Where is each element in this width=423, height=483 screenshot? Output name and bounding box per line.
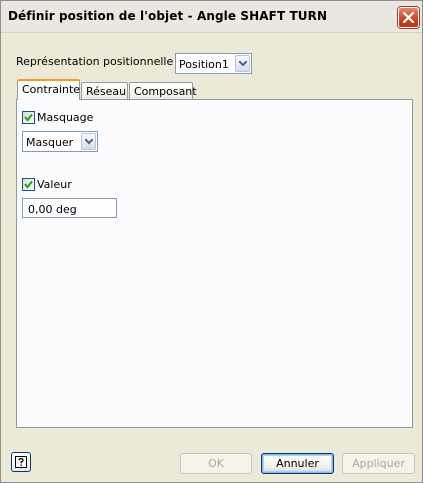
chevron-down-icon xyxy=(85,139,93,145)
representation-select[interactable]: Position1 xyxy=(175,53,252,74)
tab-composant[interactable]: Composant xyxy=(129,82,197,100)
tab-contrainte-label: Contrainte xyxy=(22,83,81,96)
title-bar[interactable]: Définir position de l'objet - Angle SHAF… xyxy=(1,1,422,33)
tab-composant-label: Composant xyxy=(134,85,197,98)
checkmark-icon xyxy=(24,113,33,122)
dialog-window: Définir position de l'objet - Angle SHAF… xyxy=(0,0,423,483)
representation-label: Représentation positionnelle xyxy=(16,55,174,68)
help-icon xyxy=(15,456,27,468)
valeur-input-value: 0,00 deg xyxy=(28,203,77,216)
annuler-button[interactable]: Annuler xyxy=(261,453,334,474)
masquage-checkbox[interactable] xyxy=(22,111,35,124)
masquage-select-value: Masquer xyxy=(26,136,74,149)
checkmark-icon xyxy=(24,180,33,189)
chevron-down-icon xyxy=(239,61,247,67)
masquage-dropdown-button[interactable] xyxy=(81,133,96,150)
ok-button[interactable]: OK xyxy=(180,453,252,474)
representation-dropdown-button[interactable] xyxy=(235,55,250,72)
representation-select-value: Position1 xyxy=(179,58,229,71)
tab-reseau-label: Réseau xyxy=(86,85,127,98)
valeur-input[interactable]: 0,00 deg xyxy=(22,198,117,218)
valeur-label: Valeur xyxy=(37,178,72,191)
masquage-label: Masquage xyxy=(37,111,94,124)
close-icon xyxy=(403,12,414,23)
close-button[interactable] xyxy=(398,7,419,28)
tab-contrainte[interactable]: Contrainte xyxy=(17,79,80,100)
appliquer-button[interactable]: Appliquer xyxy=(342,453,415,474)
window-title: Définir position de l'objet - Angle SHAF… xyxy=(8,9,328,23)
masquage-select[interactable]: Masquer xyxy=(22,131,98,152)
valeur-checkbox[interactable] xyxy=(22,178,35,191)
tab-reseau[interactable]: Réseau xyxy=(81,82,128,100)
help-button[interactable] xyxy=(11,452,31,472)
